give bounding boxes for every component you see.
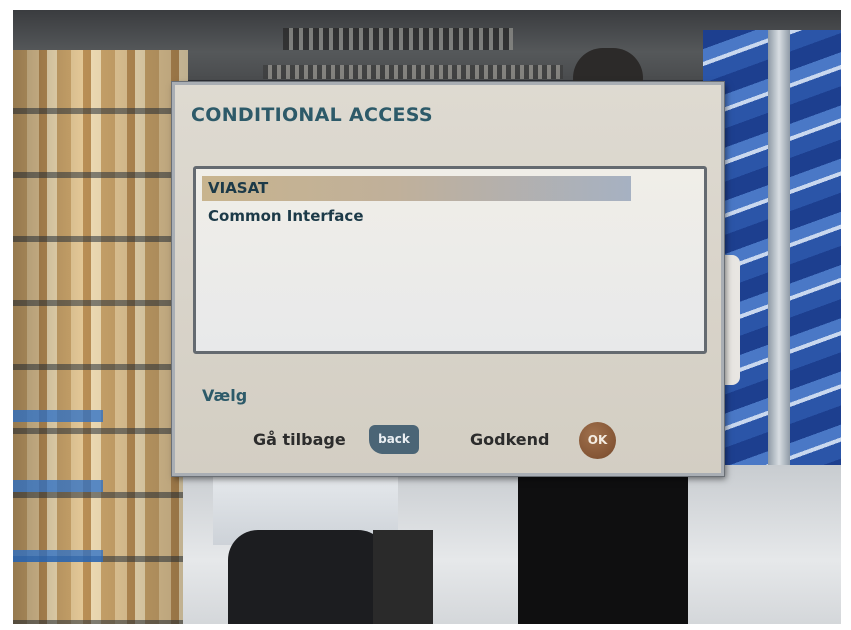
back-action-label: Gå tilbage — [253, 430, 346, 449]
list-item-viasat[interactable]: VIASAT — [202, 176, 631, 201]
confirm-action-label: Godkend — [470, 430, 550, 449]
background-pillar — [768, 30, 790, 470]
background-shelf-labels — [13, 370, 103, 620]
background-person-left-pants — [228, 530, 388, 624]
background-ceiling-rail-lower — [263, 65, 563, 79]
dialog-title: CONDITIONAL ACCESS — [191, 104, 433, 126]
back-key-icon[interactable]: back — [369, 425, 419, 454]
select-hint-label: Vælg — [202, 386, 248, 405]
background-person-right-body — [518, 465, 688, 624]
background-shopping-cart — [373, 530, 433, 624]
ok-key-icon[interactable]: OK — [579, 422, 616, 459]
ca-module-list[interactable]: VIASAT Common Interface — [193, 166, 707, 354]
list-item-common-interface[interactable]: Common Interface — [202, 204, 364, 229]
conditional-access-dialog: CONDITIONAL ACCESS VIASAT Common Interfa… — [172, 82, 724, 476]
background-ceiling-rail — [283, 28, 513, 50]
